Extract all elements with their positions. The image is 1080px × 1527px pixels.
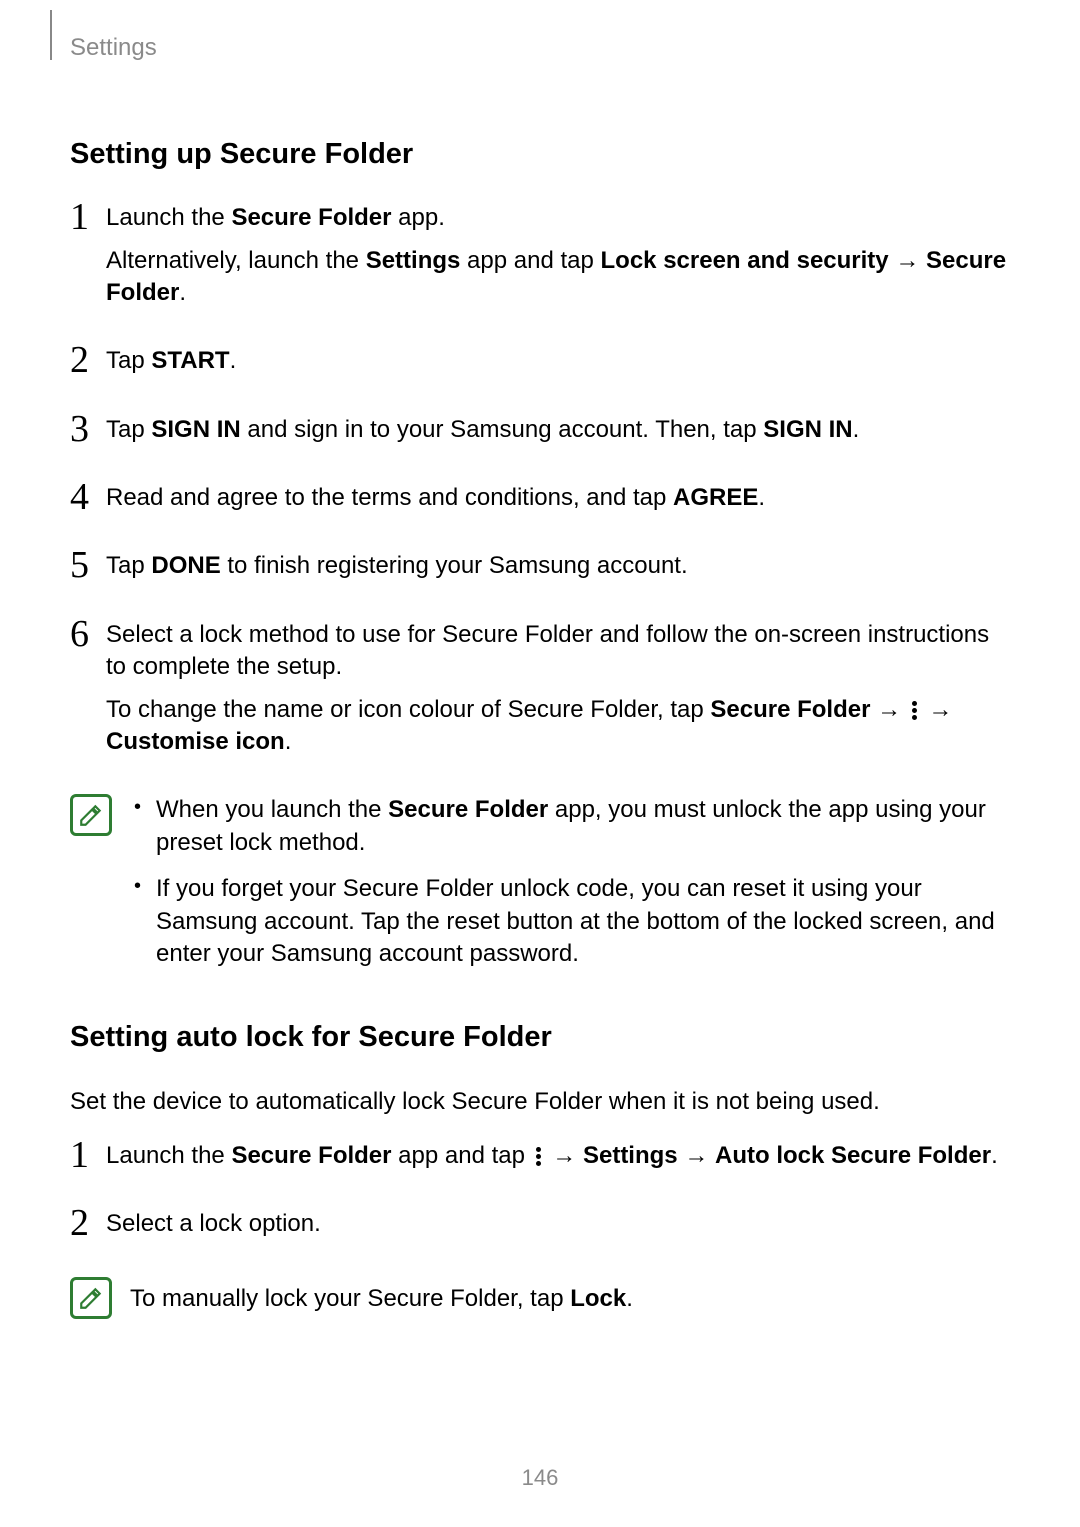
text: to finish registering your Samsung accou…	[221, 552, 688, 579]
intro-text: Set the device to automatically lock Sec…	[70, 1086, 1010, 1118]
step-body: Launch the Secure Folder app. Alternativ…	[106, 202, 1010, 319]
text: Read and agree to the terms and conditio…	[106, 484, 673, 511]
arrow-icon: →	[922, 696, 953, 723]
text: To manually lock your Secure Folder, tap	[130, 1285, 570, 1312]
text: .	[230, 347, 237, 374]
step-1: 1 Launch the Secure Folder app. Alternat…	[70, 202, 1010, 319]
text: Tap	[106, 416, 151, 443]
bold-text: Lock screen and security	[601, 247, 889, 274]
bold-text: Settings	[366, 247, 461, 274]
section-title-setup: Setting up Secure Folder	[70, 135, 1010, 174]
header-section-label: Settings	[70, 32, 157, 64]
text: To change the name or icon colour of Sec…	[106, 696, 710, 723]
text: .	[285, 728, 292, 755]
text: Select a lock method to use for Secure F…	[106, 619, 1010, 684]
text: Alternatively, launch the	[106, 247, 366, 274]
bold-text: Auto lock Secure Folder	[715, 1142, 991, 1169]
note-icon	[70, 1277, 112, 1319]
text: Launch the	[106, 204, 231, 231]
bold-text: Secure Folder	[388, 796, 548, 823]
bold-text: SIGN IN	[763, 416, 852, 443]
step-number: 2	[70, 1204, 106, 1250]
page: Settings Setting up Secure Folder 1 Laun…	[0, 0, 1080, 1527]
step-body: Select a lock option.	[106, 1208, 1010, 1250]
text: .	[758, 484, 765, 511]
text: Launch the	[106, 1142, 231, 1169]
pencil-icon	[78, 1285, 104, 1311]
text: Tap	[106, 347, 151, 374]
text: Tap	[106, 552, 151, 579]
text: When you launch the	[156, 796, 388, 823]
step-body: Read and agree to the terms and conditio…	[106, 482, 1010, 524]
text: app and tap	[460, 247, 600, 274]
step-number: 5	[70, 546, 106, 592]
note-item: When you launch the Secure Folder app, y…	[130, 794, 1010, 859]
more-options-icon	[532, 1145, 546, 1168]
step-body: Tap START.	[106, 345, 1010, 387]
step-body: Launch the Secure Folder app and tap → S…	[106, 1140, 1010, 1182]
step-number: 3	[70, 410, 106, 456]
step-number: 6	[70, 615, 106, 769]
text: app and tap	[392, 1142, 532, 1169]
bold-text: Secure Folder	[710, 696, 870, 723]
bold-text: Settings	[583, 1142, 678, 1169]
step-6: 6 Select a lock method to use for Secure…	[70, 619, 1010, 769]
autolock-step-2: 2 Select a lock option.	[70, 1208, 1010, 1250]
header-rule	[50, 10, 52, 60]
note-body: When you launch the Secure Folder app, y…	[130, 794, 1010, 984]
content: Setting up Secure Folder 1 Launch the Se…	[70, 30, 1010, 1319]
step-number: 1	[70, 198, 106, 319]
autolock-step-1: 1 Launch the Secure Folder app and tap →…	[70, 1140, 1010, 1182]
bold-text: DONE	[151, 552, 220, 579]
note-block: To manually lock your Secure Folder, tap…	[70, 1277, 1010, 1319]
text: .	[991, 1142, 998, 1169]
bold-text: SIGN IN	[151, 416, 240, 443]
step-3: 3 Tap SIGN IN and sign in to your Samsun…	[70, 414, 1010, 456]
bold-text: START	[151, 347, 229, 374]
more-options-icon	[908, 699, 922, 722]
note-icon-cell	[70, 1277, 130, 1319]
page-number: 146	[0, 1463, 1080, 1493]
note-body: To manually lock your Secure Folder, tap…	[130, 1277, 1010, 1319]
step-body: Tap DONE to finish registering your Sams…	[106, 550, 1010, 592]
section-title-autolock: Setting auto lock for Secure Folder	[70, 1018, 1010, 1057]
text: Select a lock option.	[106, 1208, 1010, 1240]
text: If you forget your Secure Folder unlock …	[156, 875, 995, 967]
bold-text: Lock	[570, 1285, 626, 1312]
step-number: 1	[70, 1136, 106, 1182]
arrow-icon: →	[889, 247, 926, 274]
bold-text: Secure Folder	[231, 204, 391, 231]
bold-text: Secure Folder	[231, 1142, 391, 1169]
note-icon-cell	[70, 794, 130, 984]
arrow-icon: →	[546, 1142, 583, 1169]
step-body: Tap SIGN IN and sign in to your Samsung …	[106, 414, 1010, 456]
step-body: Select a lock method to use for Secure F…	[106, 619, 1010, 769]
bold-text: AGREE	[673, 484, 758, 511]
note-block: When you launch the Secure Folder app, y…	[70, 794, 1010, 984]
step-number: 2	[70, 341, 106, 387]
note-icon	[70, 794, 112, 836]
step-4: 4 Read and agree to the terms and condit…	[70, 482, 1010, 524]
text: and sign in to your Samsung account. The…	[241, 416, 764, 443]
step-number: 4	[70, 478, 106, 524]
text: app.	[392, 204, 445, 231]
text: .	[853, 416, 860, 443]
pencil-icon	[78, 802, 104, 828]
note-item: If you forget your Secure Folder unlock …	[130, 873, 1010, 970]
text: .	[179, 279, 186, 306]
arrow-icon: →	[678, 1142, 715, 1169]
text: .	[626, 1285, 633, 1312]
step-5: 5 Tap DONE to finish registering your Sa…	[70, 550, 1010, 592]
step-2: 2 Tap START.	[70, 345, 1010, 387]
arrow-icon: →	[870, 696, 907, 723]
bold-text: Customise icon	[106, 728, 285, 755]
